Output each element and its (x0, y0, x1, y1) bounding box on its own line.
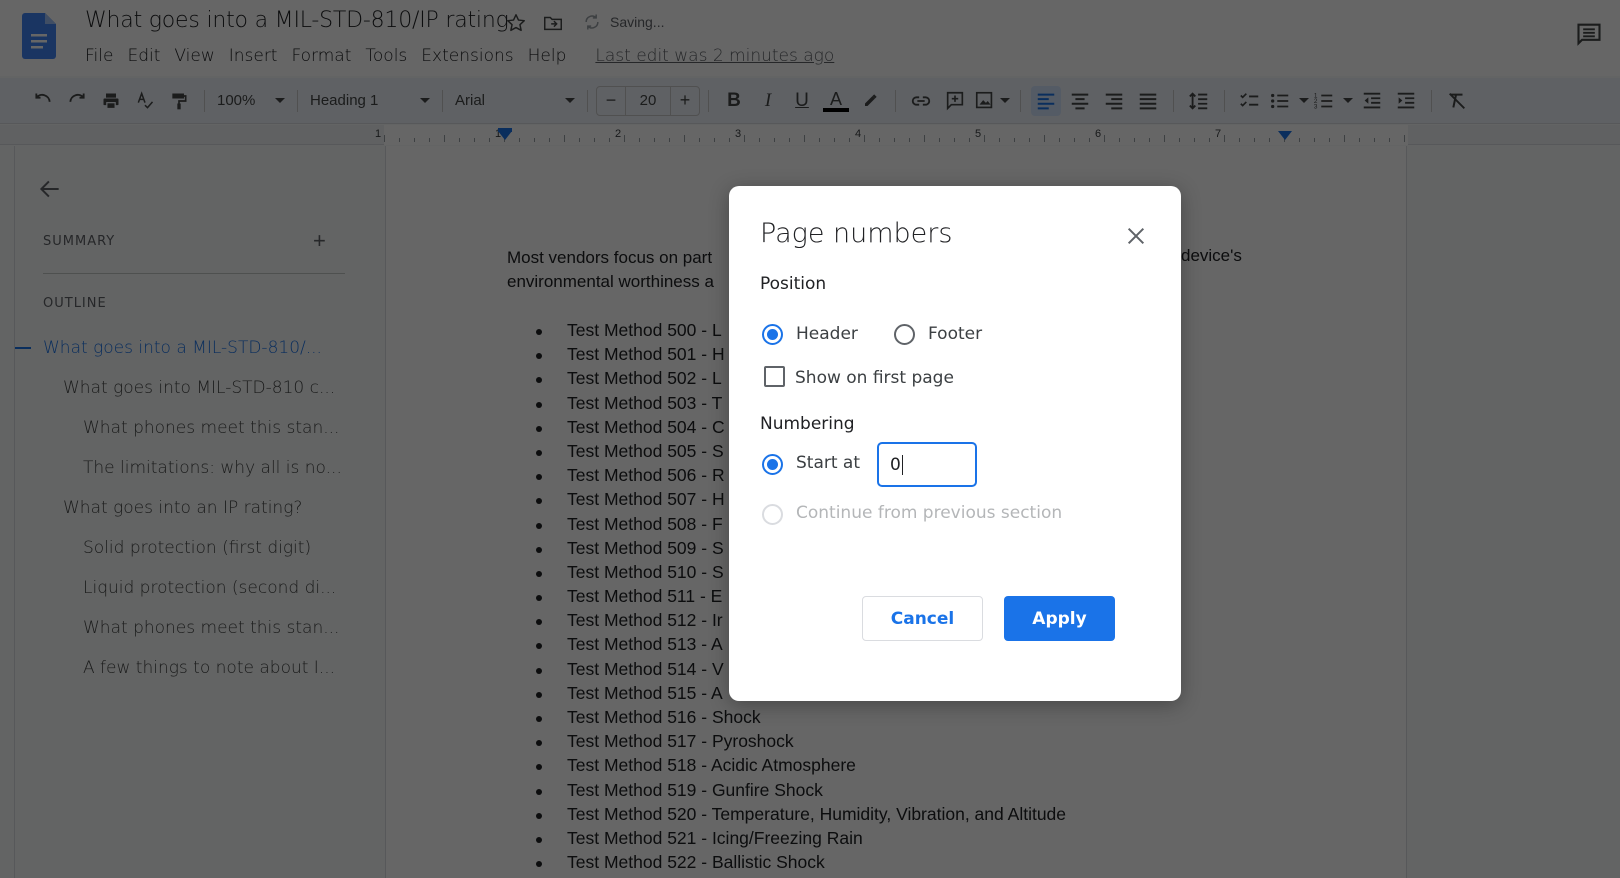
close-button[interactable] (1122, 222, 1150, 250)
start-at-label[interactable]: Start at (796, 453, 860, 473)
google-docs-app: What goes into a MIL-STD-810/IP rating S… (0, 0, 1620, 878)
close-icon (1127, 227, 1145, 245)
start-at-input[interactable]: 0 (877, 442, 977, 487)
footer-radio[interactable] (894, 324, 915, 345)
cancel-button[interactable]: Cancel (862, 596, 983, 641)
apply-button[interactable]: Apply (1004, 596, 1115, 641)
numbering-label: Numbering (760, 414, 855, 434)
start-at-value: 0 (890, 454, 901, 475)
page-numbers-dialog: Page numbers Position Header Footer Show… (729, 186, 1181, 701)
header-radio[interactable] (762, 324, 783, 345)
position-label: Position (760, 274, 827, 294)
header-radio-label[interactable]: Header (796, 324, 858, 344)
text-cursor (901, 454, 903, 475)
continue-from-previous-label: Continue from previous section (796, 503, 1063, 523)
footer-radio-label[interactable]: Footer (928, 324, 982, 344)
start-at-radio[interactable] (762, 454, 783, 475)
show-on-first-page-label[interactable]: Show on first page (795, 368, 954, 388)
continue-from-previous-radio[interactable] (762, 504, 783, 525)
show-on-first-page-checkbox[interactable] (764, 366, 785, 387)
dialog-title: Page numbers (760, 218, 953, 249)
